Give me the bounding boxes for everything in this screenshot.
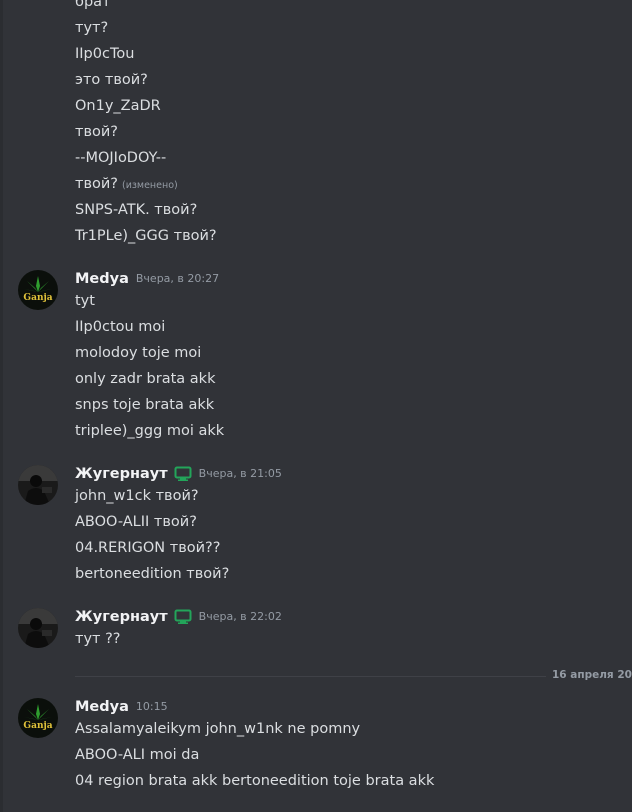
message-text[interactable]: 04 region brata akk bertoneedition toje …: [75, 771, 434, 791]
svg-text:Ganja: Ganja: [23, 293, 52, 303]
channel-edge: [0, 0, 3, 812]
author-name[interactable]: Жугернаут: [75, 464, 168, 484]
message-text[interactable]: Assalamyaleikym john_w1nk ne pomny: [75, 719, 360, 739]
message-text[interactable]: snps toje brata akk: [75, 395, 214, 415]
message-text[interactable]: john_w1ck твой?: [75, 486, 199, 506]
message-text[interactable]: Tr1PLe)_GGG твой?: [75, 226, 217, 246]
timestamp[interactable]: Вчера, в 21:05: [199, 464, 282, 484]
dark-figure-avatar-icon[interactable]: [18, 465, 58, 505]
message-text[interactable]: --MOJIoDOY--: [75, 148, 166, 168]
message-text[interactable]: ABOO-ALII твой?: [75, 512, 197, 532]
cannabis-avatar-icon[interactable]: Ganja: [18, 698, 58, 738]
message-text[interactable]: molodoy toje moi: [75, 343, 201, 363]
message-text[interactable]: это твой?: [75, 70, 148, 90]
timestamp[interactable]: Вчера, в 20:27: [136, 269, 219, 289]
message-text[interactable]: ABOO-ALI moi da: [75, 745, 199, 765]
author-name[interactable]: Medya: [75, 269, 129, 289]
dark-figure-avatar-icon[interactable]: [18, 608, 58, 648]
message-text[interactable]: 04.RERIGON твой??: [75, 538, 220, 558]
message-header: Жугернаут Вчера, в 21:05: [75, 464, 282, 484]
message-header: Medya Вчера, в 20:27: [75, 269, 219, 289]
author-name[interactable]: Medya: [75, 697, 129, 717]
timestamp[interactable]: 10:15: [136, 697, 168, 717]
message-text[interactable]: SNPS-ATK. твой?: [75, 200, 197, 220]
timestamp[interactable]: Вчера, в 22:02: [199, 607, 282, 627]
message-text[interactable]: IIp0cTou: [75, 44, 134, 64]
message-text[interactable]: tyt: [75, 291, 95, 311]
desktop-icon: [174, 609, 192, 625]
svg-text:Ganja: Ganja: [23, 721, 52, 731]
message-text[interactable]: only zadr brata akk: [75, 369, 215, 389]
date-divider-label: 16 апреля 2026: [546, 669, 632, 681]
message-text[interactable]: IIp0ctou moi: [75, 317, 165, 337]
message-text[interactable]: тут?: [75, 18, 108, 38]
message-text[interactable]: тут ??: [75, 629, 120, 649]
author-name[interactable]: Жугернаут: [75, 607, 168, 627]
message-text[interactable]: твой?: [75, 122, 118, 142]
message-header: Жугернаут Вчера, в 22:02: [75, 607, 282, 627]
message-text[interactable]: твой? (изменено): [75, 174, 178, 196]
message-text[interactable]: bertoneedition твой?: [75, 564, 229, 584]
desktop-icon: [174, 466, 192, 482]
message-text[interactable]: брат: [75, 0, 110, 12]
edited-label: (изменено): [121, 180, 178, 191]
message-text[interactable]: triplee)_ggg moi akk: [75, 421, 224, 441]
message-header: Medya 10:15: [75, 697, 168, 717]
cannabis-avatar-icon[interactable]: Ganja: [18, 270, 58, 310]
message-text[interactable]: On1y_ZaDR: [75, 96, 161, 116]
